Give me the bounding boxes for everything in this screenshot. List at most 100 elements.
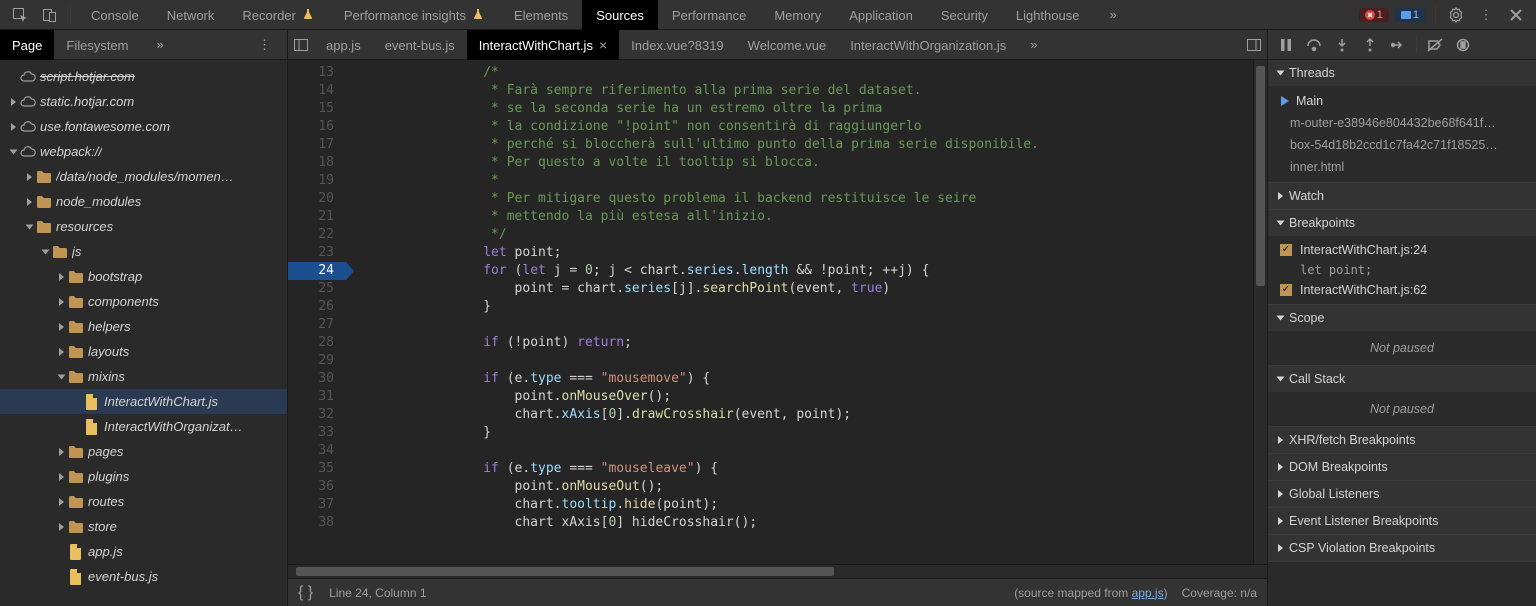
breakpoint-item[interactable]: InteractWithChart.js:24: [1268, 240, 1536, 260]
breakpoints-section-header[interactable]: Breakpoints: [1268, 210, 1536, 236]
tree-folder[interactable]: /data/node_modules/momen…: [0, 164, 287, 189]
step-over-button[interactable]: [1304, 35, 1324, 55]
pause-on-exceptions-button[interactable]: [1453, 35, 1473, 55]
panel-header[interactable]: Event Listener Breakpoints: [1268, 508, 1536, 534]
pretty-print-icon[interactable]: { }: [298, 584, 313, 602]
disclosure-triangle-icon: [6, 98, 20, 106]
tree-file[interactable]: InteractWithChart.js: [0, 389, 287, 414]
thread-worker[interactable]: inner.html: [1268, 156, 1536, 178]
file-tab[interactable]: InteractWithChart.js×: [467, 30, 619, 60]
more-navigator-tabs[interactable]: »: [145, 30, 176, 60]
threads-section-header[interactable]: Threads: [1268, 60, 1536, 86]
info-count-badge[interactable]: 1: [1395, 8, 1425, 22]
folder-icon: [68, 369, 84, 385]
source-map-info: (source mapped from app.js): [1014, 586, 1167, 600]
error-count-badge[interactable]: 1: [1359, 8, 1389, 22]
tree-folder[interactable]: mixins: [0, 364, 287, 389]
tab-console[interactable]: Console: [77, 0, 153, 30]
tab-lighthouse[interactable]: Lighthouse: [1002, 0, 1094, 30]
device-toolbar-icon[interactable]: [40, 5, 60, 25]
panel-header[interactable]: Global Listeners: [1268, 481, 1536, 507]
tree-label: plugins: [88, 469, 129, 484]
tab-performance[interactable]: Performance: [658, 0, 760, 30]
folder-icon: [68, 469, 84, 485]
tree-folder[interactable]: components: [0, 289, 287, 314]
file-tab[interactable]: Index.vue?8319: [619, 30, 736, 60]
tree-file[interactable]: InteractWithOrganizat…: [0, 414, 287, 439]
tree-folder[interactable]: helpers: [0, 314, 287, 339]
tree-folder[interactable]: routes: [0, 489, 287, 514]
kebab-menu-icon[interactable]: ⋮: [1476, 5, 1496, 25]
tree-folder[interactable]: pages: [0, 439, 287, 464]
tree-folder[interactable]: webpack://: [0, 139, 287, 164]
file-tab[interactable]: app.js: [314, 30, 373, 60]
tree-folder[interactable]: layouts: [0, 339, 287, 364]
panel-header[interactable]: CSP Violation Breakpoints: [1268, 535, 1536, 561]
cloud-icon: [20, 144, 36, 160]
step-button[interactable]: [1388, 35, 1408, 55]
scope-empty: Not paused: [1268, 335, 1536, 361]
scope-section-header[interactable]: Scope: [1268, 305, 1536, 331]
disclosure-triangle-icon: [54, 473, 68, 481]
folder-icon: [68, 294, 84, 310]
tree-file[interactable]: event-bus.js: [0, 564, 287, 589]
thread-main[interactable]: Main: [1268, 90, 1536, 112]
more-tabs-button[interactable]: »: [1095, 0, 1130, 30]
folder-icon: [68, 494, 84, 510]
panel-header[interactable]: DOM Breakpoints: [1268, 454, 1536, 480]
tab-performance-insights[interactable]: Performance insights: [330, 0, 500, 30]
tree-folder[interactable]: resources: [0, 214, 287, 239]
navigator-options-icon[interactable]: ⋮: [246, 30, 283, 60]
thread-worker[interactable]: box-54d18b2ccd1c7fa42c71f18525…: [1268, 134, 1536, 156]
editor-vertical-scrollbar[interactable]: [1253, 60, 1267, 564]
checkbox-icon[interactable]: [1280, 284, 1292, 296]
navigator-tab-page[interactable]: Page: [0, 30, 54, 60]
tree-folder[interactable]: store: [0, 514, 287, 539]
tree-folder[interactable]: plugins: [0, 464, 287, 489]
devtools-main-tabs: ConsoleNetworkRecorderPerformance insigh…: [0, 0, 1536, 30]
watch-section-header[interactable]: Watch: [1268, 183, 1536, 209]
tree-file[interactable]: app.js: [0, 539, 287, 564]
tree-folder[interactable]: node_modules: [0, 189, 287, 214]
step-into-button[interactable]: [1332, 35, 1352, 55]
navigator-toggle-icon[interactable]: [288, 37, 314, 53]
close-devtools-icon[interactable]: [1506, 5, 1526, 25]
file-tab[interactable]: Welcome.vue: [736, 30, 839, 60]
debugger-toggle-icon[interactable]: [1241, 37, 1267, 53]
line-number-gutter[interactable]: 1314151617181920212223242526272829303132…: [288, 60, 346, 564]
tree-folder[interactable]: use.fontawesome.com: [0, 114, 287, 139]
checkbox-icon[interactable]: [1280, 244, 1292, 256]
tree-folder[interactable]: static.hotjar.com: [0, 89, 287, 114]
tab-application[interactable]: Application: [835, 0, 927, 30]
pause-button[interactable]: [1276, 35, 1296, 55]
editor-horizontal-scrollbar[interactable]: [288, 564, 1267, 578]
deactivate-breakpoints-button[interactable]: [1425, 35, 1445, 55]
tree-label: js: [72, 244, 81, 259]
disclosure-triangle-icon: [54, 448, 68, 456]
navigator-tab-filesystem[interactable]: Filesystem: [54, 30, 140, 60]
tree-folder[interactable]: js: [0, 239, 287, 264]
breakpoint-item[interactable]: InteractWithChart.js:62: [1268, 280, 1536, 300]
code-editor[interactable]: 1314151617181920212223242526272829303132…: [288, 60, 1267, 564]
close-icon[interactable]: ×: [599, 37, 607, 53]
more-file-tabs[interactable]: »: [1018, 30, 1049, 60]
source-map-link[interactable]: app.js: [1132, 586, 1164, 600]
tab-recorder[interactable]: Recorder: [228, 0, 329, 30]
thread-worker[interactable]: m-outer-e38946e804432be68f641f…: [1268, 112, 1536, 134]
tab-memory[interactable]: Memory: [760, 0, 835, 30]
inspect-element-icon[interactable]: [10, 5, 30, 25]
file-tab[interactable]: event-bus.js: [373, 30, 467, 60]
settings-gear-icon[interactable]: [1446, 5, 1466, 25]
tab-elements[interactable]: Elements: [500, 0, 582, 30]
tree-folder[interactable]: bootstrap: [0, 264, 287, 289]
tab-security[interactable]: Security: [927, 0, 1002, 30]
tab-network[interactable]: Network: [153, 0, 229, 30]
file-tab[interactable]: InteractWithOrganization.js: [838, 30, 1018, 60]
tree-folder[interactable]: script.hotjar.com: [0, 64, 287, 89]
step-out-button[interactable]: [1360, 35, 1380, 55]
file-icon: [68, 544, 84, 560]
tab-sources[interactable]: Sources: [582, 0, 658, 30]
panel-header[interactable]: XHR/fetch Breakpoints: [1268, 427, 1536, 453]
code-content[interactable]: /* * Farà sempre riferimento alla prima …: [346, 60, 1253, 564]
callstack-section-header[interactable]: Call Stack: [1268, 366, 1536, 392]
